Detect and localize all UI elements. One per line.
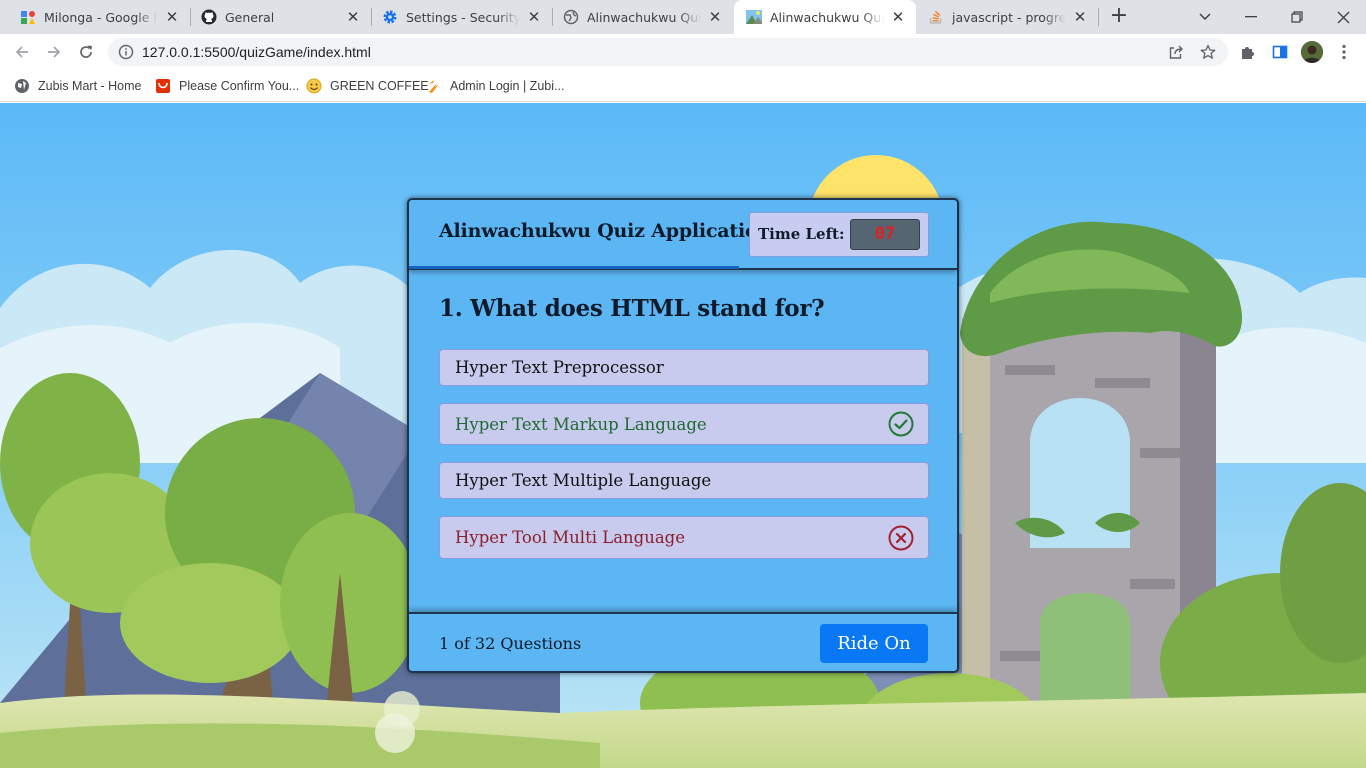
close-icon[interactable]: ✕ bbox=[1072, 9, 1088, 25]
close-icon[interactable]: ✕ bbox=[345, 9, 361, 25]
close-icon[interactable]: ✕ bbox=[526, 9, 542, 25]
back-button[interactable] bbox=[10, 40, 34, 64]
tab-github[interactable]: General ✕ bbox=[181, 0, 371, 34]
close-icon bbox=[1337, 11, 1349, 23]
bookmark-label: Admin Login | Zubi... bbox=[450, 79, 565, 93]
quiz-title: Alinwachukwu Quiz Application bbox=[439, 220, 772, 242]
question-text: 1. What does HTML stand for? bbox=[439, 295, 825, 322]
page-viewport: Alinwachukwu Quiz Application Time Left:… bbox=[0, 103, 1366, 768]
stackoverflow-icon bbox=[928, 9, 944, 25]
bookmark-label: GREEN COFFEE bbox=[330, 79, 429, 93]
x-circle-icon bbox=[888, 525, 914, 550]
tab-google-fonts[interactable]: Milonga - Google Fon ✕ bbox=[0, 0, 190, 34]
option-1[interactable]: Hyper Text Preprocessor bbox=[439, 349, 929, 386]
check-icon bbox=[888, 411, 914, 437]
bookmark-zubis-mart[interactable]: Zubis Mart - Home bbox=[14, 76, 142, 96]
tab-title: Milonga - Google Fon bbox=[44, 9, 158, 25]
tab-stackoverflow[interactable]: javascript - progress b ✕ bbox=[916, 0, 1098, 34]
tab-quiz-app-active[interactable]: Alinwachukwu Quiz Ap ✕ bbox=[734, 0, 916, 34]
share-button[interactable] bbox=[1166, 42, 1186, 62]
extensions-button[interactable] bbox=[1238, 42, 1258, 62]
option-3[interactable]: Hyper Text Multiple Language bbox=[439, 462, 929, 499]
tab-title: Alinwachukwu Quiz Ap bbox=[770, 9, 884, 25]
puzzle-icon bbox=[1242, 47, 1254, 59]
minimize-button[interactable] bbox=[1228, 0, 1274, 34]
bookmark-label: Zubis Mart - Home bbox=[38, 79, 142, 93]
browser-window: Milonga - Google Fon ✕ General ✕ Setting… bbox=[0, 0, 1366, 768]
bookmark-label: Please Confirm You... bbox=[179, 79, 300, 93]
globe-icon bbox=[15, 79, 29, 93]
browser-toolbar: 127.0.0.1:5500/quizGame/index.html bbox=[0, 34, 1366, 70]
star-icon bbox=[1200, 44, 1216, 59]
quiz-header: Alinwachukwu Quiz Application Time Left:… bbox=[409, 200, 957, 270]
arrow-right-icon bbox=[48, 46, 61, 58]
option-label: Hyper Text Multiple Language bbox=[455, 471, 712, 490]
bookmark-star-button[interactable] bbox=[1198, 42, 1218, 62]
minimize-icon bbox=[1245, 16, 1257, 18]
tab-title: General bbox=[225, 9, 275, 25]
close-icon[interactable]: ✕ bbox=[164, 9, 180, 25]
github-icon bbox=[201, 9, 217, 25]
share-icon bbox=[1169, 45, 1183, 59]
globe-icon bbox=[563, 9, 579, 25]
shopping-bag-icon bbox=[156, 79, 170, 93]
google-fonts-icon bbox=[20, 9, 36, 25]
gear-icon bbox=[382, 9, 398, 25]
chevron-down-icon bbox=[1199, 13, 1211, 21]
close-window-button[interactable] bbox=[1320, 0, 1366, 34]
next-button[interactable]: Ride On bbox=[820, 624, 928, 663]
tab-title: Alinwachukwu Quiz Ap bbox=[587, 9, 701, 25]
option-4[interactable]: Hyper Tool Multi Language bbox=[439, 516, 929, 559]
tab-strip: Milonga - Google Fon ✕ General ✕ Setting… bbox=[0, 0, 1366, 34]
avatar[interactable] bbox=[1301, 41, 1323, 63]
address-bar[interactable]: 127.0.0.1:5500/quizGame/index.html bbox=[108, 38, 1228, 66]
quiz-footer: 1 of 32 Questions Ride On bbox=[409, 612, 957, 671]
arrow-left-icon bbox=[15, 46, 28, 58]
option-2[interactable]: Hyper Text Markup Language bbox=[439, 403, 929, 445]
bookmark-admin-login[interactable]: Admin Login | Zubi... bbox=[426, 76, 564, 96]
close-icon[interactable]: ✕ bbox=[707, 9, 723, 25]
restore-icon bbox=[1291, 11, 1303, 23]
more-vert-icon bbox=[1342, 44, 1346, 60]
option-label: Hyper Tool Multi Language bbox=[455, 528, 686, 547]
menu-button[interactable] bbox=[1334, 42, 1354, 62]
flame-icon bbox=[429, 80, 439, 93]
tab-quiz-app-1[interactable]: Alinwachukwu Quiz Ap ✕ bbox=[543, 0, 733, 34]
tab-search-button[interactable] bbox=[1182, 0, 1228, 34]
url-text[interactable]: 127.0.0.1:5500/quizGame/index.html bbox=[142, 44, 371, 60]
forward-button[interactable] bbox=[42, 40, 66, 64]
info-icon[interactable] bbox=[118, 44, 134, 60]
bookmark-green-coffee[interactable]: GREEN COFFEE bbox=[306, 76, 429, 96]
side-panel-button[interactable] bbox=[1270, 42, 1290, 62]
option-label: Hyper Text Preprocessor bbox=[455, 358, 664, 377]
timer: Time Left: 07 bbox=[749, 212, 929, 257]
new-tab-button[interactable]: + bbox=[1108, 5, 1130, 28]
header-underline bbox=[409, 266, 739, 269]
close-icon[interactable]: ✕ bbox=[890, 9, 906, 25]
restore-button[interactable] bbox=[1274, 0, 1320, 34]
reload-icon bbox=[80, 45, 92, 58]
side-panel-icon bbox=[1272, 45, 1288, 59]
question-counter: 1 of 32 Questions bbox=[439, 634, 582, 653]
tab-title: javascript - progress b bbox=[952, 9, 1066, 25]
tab-title: Settings - Security bbox=[406, 9, 520, 25]
bookmarks-bar: Zubis Mart - Home Please Confirm You... … bbox=[0, 70, 1366, 102]
quiz-box: Alinwachukwu Quiz Application Time Left:… bbox=[407, 198, 959, 673]
smiley-icon bbox=[306, 78, 322, 94]
timer-seconds: 07 bbox=[850, 219, 920, 250]
bookmark-please-confirm[interactable]: Please Confirm You... bbox=[155, 76, 299, 96]
tab-separator bbox=[1098, 8, 1099, 26]
option-label: Hyper Text Markup Language bbox=[455, 414, 707, 434]
timer-label: Time Left: bbox=[758, 225, 845, 243]
reload-button[interactable] bbox=[74, 40, 98, 64]
tab-settings-security[interactable]: Settings - Security ✕ bbox=[362, 0, 552, 34]
landscape-icon bbox=[746, 9, 762, 25]
profile-avatar-icon bbox=[1301, 41, 1323, 63]
